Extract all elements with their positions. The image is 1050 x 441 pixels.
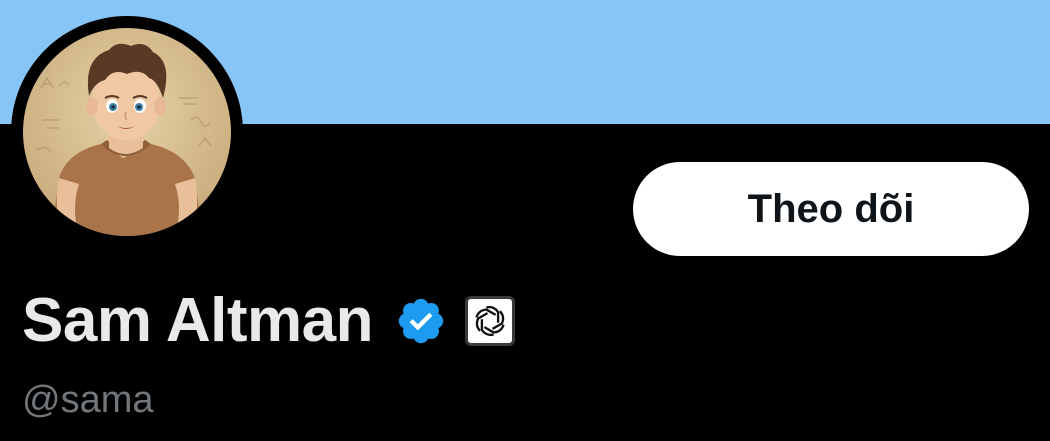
verified-badge-icon[interactable]	[395, 295, 447, 347]
avatar-ring	[11, 16, 243, 248]
user-handle: @sama	[22, 379, 154, 421]
avatar-illustration	[23, 28, 231, 236]
follow-button[interactable]: Theo dõi	[633, 162, 1029, 256]
profile-header: Theo dõi Sam Altman @sama	[0, 0, 1050, 441]
display-name: Sam Altman	[22, 286, 374, 355]
affiliate-badge[interactable]	[465, 296, 516, 346]
openai-logo-icon	[475, 305, 505, 337]
name-row: Sam Altman	[22, 286, 516, 356]
avatar[interactable]	[23, 28, 231, 236]
